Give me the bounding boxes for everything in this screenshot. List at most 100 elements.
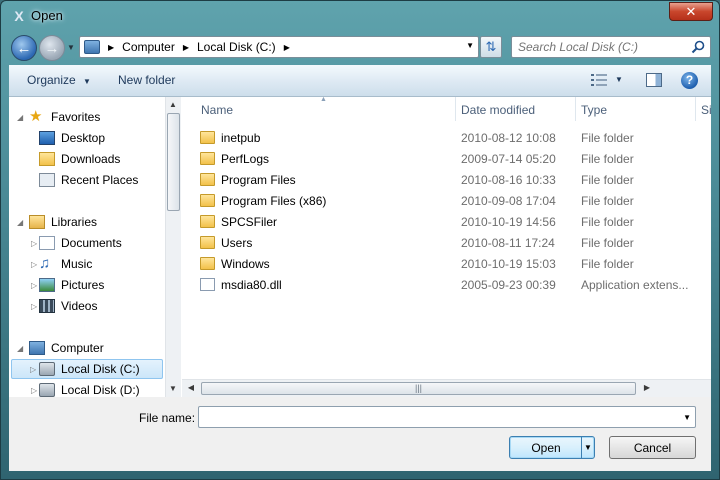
nav-downloads-label: Downloads [61,152,121,166]
dll-file-icon [200,278,215,291]
file-row[interactable]: SPCSFiler 2010-10-19 14:56 File folder [200,212,700,233]
cancel-button[interactable]: Cancel [609,436,696,459]
address-bar[interactable]: ▶ Computer ▶ Local Disk (C:) ▶ ▼ [79,36,479,58]
chevron-down-icon[interactable]: ▼ [683,413,691,422]
star-icon: ★ [29,108,43,125]
file-type: Application extens... [581,278,689,292]
folder-icon [200,173,215,186]
search-icon[interactable] [691,40,705,54]
file-row[interactable]: Program Files (x86) 2010-09-08 17:04 Fil… [200,191,700,212]
preview-pane-icon[interactable] [646,73,662,87]
command-bar: Organize ▼ New folder ▼ ? [9,65,711,97]
open-button-label: Open [531,440,561,455]
file-row[interactable]: inetpub 2010-08-12 10:08 File folder [200,128,700,149]
nav-recent-places[interactable]: Recent Places [39,170,138,190]
nav-local-disk-c-label: Local Disk (C:) [61,362,140,376]
scroll-thumb[interactable] [167,113,180,211]
folder-icon [200,131,215,144]
column-header-type[interactable]: Type [581,97,607,121]
nav-computer-label: Computer [51,341,104,355]
nav-desktop[interactable]: Desktop [39,128,105,148]
open-options-chevron-icon[interactable]: ▼ [581,437,594,458]
file-row[interactable]: Windows 2010-10-19 15:03 File folder [200,254,700,275]
nav-videos[interactable]: Videos [39,296,97,316]
expander-icon[interactable]: ▷ [31,386,37,395]
open-button[interactable]: Open ▼ [509,436,595,459]
scroll-up-icon[interactable]: ▲ [166,100,180,109]
file-name-combobox[interactable]: ▼ [198,406,696,428]
views-chevron-down-icon[interactable]: ▼ [615,75,623,84]
nav-libraries[interactable]: Libraries [29,212,97,232]
nav-libraries-label: Libraries [51,215,98,229]
navigation-scrollbar[interactable]: ▲ ▼ [165,97,181,397]
breadcrumb-computer[interactable]: Computer [122,40,175,54]
address-dropdown-icon[interactable]: ▼ [466,41,474,50]
column-header-size[interactable]: Si [701,97,712,121]
window-title: Open [31,8,63,23]
nav-local-disk-c[interactable]: ▷ Local Disk (C:) [11,359,163,379]
downloads-icon [39,152,55,166]
nav-pictures[interactable]: Pictures [39,275,104,295]
scroll-thumb[interactable]: ||| [201,382,636,395]
scroll-left-icon[interactable]: ◀ [184,383,198,392]
column-header-date-modified[interactable]: Date modified [461,97,535,121]
file-date: 2010-08-16 10:33 [461,173,556,187]
column-divider[interactable] [455,97,456,121]
folder-icon [200,152,215,165]
expander-icon[interactable]: ▷ [31,260,37,269]
nav-documents[interactable]: Documents [39,233,122,253]
expander-icon[interactable]: ▷ [31,239,37,248]
breadcrumb-local-disk[interactable]: Local Disk (C:) [197,40,276,54]
views-icon[interactable] [591,74,607,86]
nav-recent-places-label: Recent Places [61,173,139,187]
file-date: 2005-09-23 00:39 [461,278,556,292]
file-date: 2010-09-08 17:04 [461,194,556,208]
folder-icon [200,257,215,270]
file-date: 2010-10-19 15:03 [461,257,556,271]
navigation-bar: ← → ▼ ▶ Computer ▶ Local Disk (C:) ▶ ▼ ⇅ [1,31,719,63]
recent-locations-chevron-icon[interactable]: ▼ [67,43,77,53]
file-row[interactable]: Program Files 2010-08-16 10:33 File fold… [200,170,700,191]
chevron-down-icon: ▼ [83,77,91,86]
file-name: Program Files [221,173,296,187]
expander-icon[interactable]: ▷ [31,281,37,290]
refresh-icon: ⇅ [485,39,497,54]
search-box[interactable] [511,36,711,58]
file-list: ▲ Name Date modified Type Si inetpub 201… [182,96,712,397]
file-row[interactable]: PerfLogs 2009-07-14 05:20 File folder [200,149,700,170]
file-row[interactable]: Users 2010-08-11 17:24 File folder [200,233,700,254]
nav-computer[interactable]: Computer [29,338,104,358]
column-divider[interactable] [695,97,696,121]
breadcrumb-separator-icon[interactable]: ▶ [108,43,114,52]
horizontal-scrollbar[interactable]: ◀ ||| ▶ [182,379,711,397]
computer-icon [29,341,45,355]
back-button[interactable]: ← [11,35,37,61]
file-type: File folder [581,131,634,145]
scroll-grip-icon: ||| [415,383,423,393]
new-folder-button[interactable]: New folder [118,73,175,87]
expander-collapse-icon[interactable]: ◢ [17,113,23,122]
expander-icon[interactable]: ▷ [30,365,36,374]
help-icon[interactable]: ? [681,72,698,89]
file-row[interactable]: msdia80.dll 2005-09-23 00:39 Application… [200,275,700,296]
file-name: Program Files (x86) [221,194,327,208]
file-type: File folder [581,152,634,166]
expander-icon[interactable]: ▷ [31,302,37,311]
expander-collapse-icon[interactable]: ◢ [17,344,23,353]
nav-music[interactable]: ♫ Music [39,254,92,274]
expander-collapse-icon[interactable]: ◢ [17,218,23,227]
scroll-right-icon[interactable]: ▶ [640,383,654,392]
nav-downloads[interactable]: Downloads [39,149,120,169]
file-name-input[interactable] [199,407,669,427]
column-divider[interactable] [575,97,576,121]
refresh-button[interactable]: ⇅ [480,36,502,58]
close-button[interactable]: ✕ [669,2,713,21]
scroll-down-icon[interactable]: ▼ [166,384,180,393]
nav-favorites[interactable]: ★ Favorites [29,107,100,127]
breadcrumb-separator-icon[interactable]: ▶ [284,43,290,52]
forward-button[interactable]: → [39,35,65,61]
breadcrumb-separator-icon[interactable]: ▶ [183,43,189,52]
search-input[interactable] [512,37,688,57]
column-header-name[interactable]: Name [201,97,233,121]
organize-menu[interactable]: Organize ▼ [27,73,91,87]
